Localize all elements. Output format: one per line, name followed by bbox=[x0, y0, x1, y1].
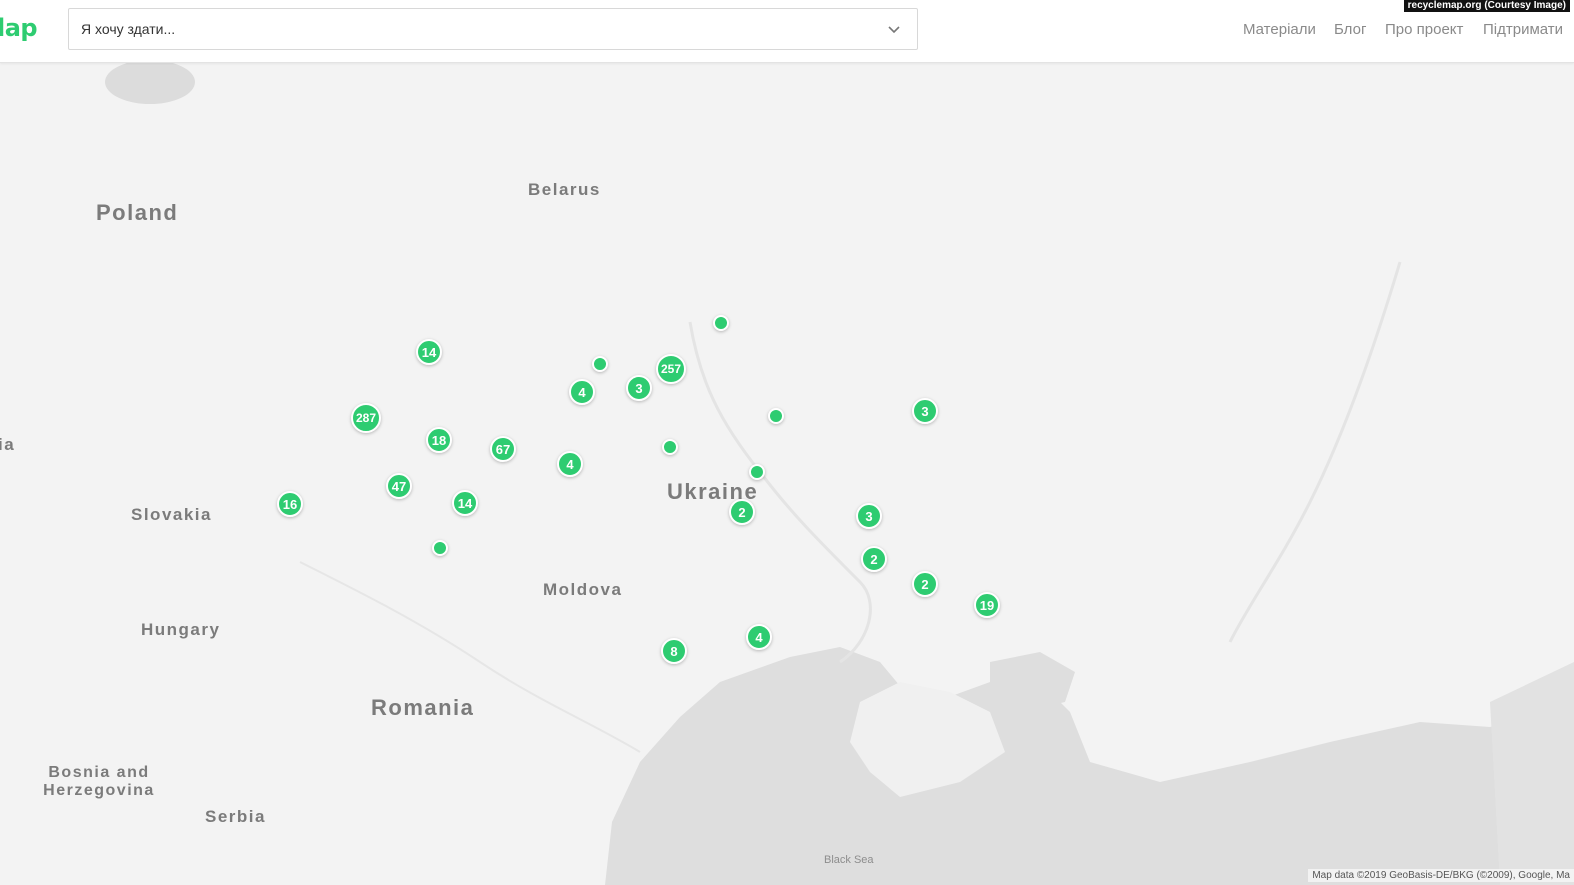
cluster-marker[interactable]: 3 bbox=[856, 503, 882, 529]
label-bosnia: Bosnia and Herzegovina bbox=[43, 764, 155, 799]
cluster-marker[interactable]: 19 bbox=[974, 592, 1000, 618]
label-partial-country: ia bbox=[0, 435, 16, 454]
point-marker[interactable] bbox=[713, 315, 729, 331]
label-black-sea: Black Sea bbox=[824, 854, 874, 866]
map-attribution[interactable]: Map data ©2019 GeoBasis-DE/BKG (©2009), … bbox=[1308, 869, 1574, 882]
label-hungary: Hungary bbox=[141, 620, 221, 639]
cluster-marker[interactable]: 3 bbox=[912, 398, 938, 424]
cluster-marker[interactable]: 67 bbox=[490, 436, 516, 462]
cluster-marker[interactable]: 8 bbox=[661, 638, 687, 664]
cluster-marker[interactable]: 257 bbox=[656, 354, 686, 384]
header: lap Я хочу здати... Матеріали Блог Про п… bbox=[0, 0, 1574, 63]
label-serbia: Serbia bbox=[205, 807, 266, 826]
cluster-marker[interactable]: 14 bbox=[452, 490, 478, 516]
cluster-marker[interactable]: 287 bbox=[351, 403, 381, 433]
nav-about[interactable]: Про проект bbox=[1385, 21, 1463, 38]
nav-support[interactable]: Підтримати bbox=[1483, 21, 1563, 38]
cluster-marker[interactable]: 16 bbox=[277, 491, 303, 517]
point-marker[interactable] bbox=[662, 439, 678, 455]
nav-blog[interactable]: Блог bbox=[1334, 21, 1366, 38]
point-marker[interactable] bbox=[768, 408, 784, 424]
nav-materials[interactable]: Матеріали bbox=[1243, 21, 1316, 38]
material-search-select[interactable]: Я хочу здати... bbox=[68, 8, 918, 50]
cluster-marker[interactable]: 4 bbox=[746, 624, 772, 650]
page: lap Я хочу здати... Матеріали Блог Про п… bbox=[0, 0, 1574, 885]
point-marker[interactable] bbox=[749, 464, 765, 480]
chevron-down-icon bbox=[888, 26, 900, 34]
cluster-marker[interactable]: 4 bbox=[569, 379, 595, 405]
cluster-marker[interactable]: 2 bbox=[912, 571, 938, 597]
cluster-marker[interactable]: 4 bbox=[557, 451, 583, 477]
label-poland: Poland bbox=[96, 200, 179, 225]
label-moldova: Moldova bbox=[543, 580, 623, 599]
search-placeholder: Я хочу здати... bbox=[81, 21, 176, 37]
point-marker[interactable] bbox=[432, 540, 448, 556]
cluster-marker[interactable]: 14 bbox=[416, 339, 442, 365]
map-background bbox=[0, 62, 1574, 885]
cluster-marker[interactable]: 47 bbox=[386, 473, 412, 499]
point-marker[interactable] bbox=[592, 356, 608, 372]
label-slovakia: Slovakia bbox=[131, 505, 212, 524]
cluster-marker[interactable]: 3 bbox=[626, 375, 652, 401]
cluster-marker[interactable]: 2 bbox=[861, 546, 887, 572]
map-canvas[interactable]: Poland Belarus Ukraine Slovakia Moldova … bbox=[0, 62, 1574, 885]
label-romania: Romania bbox=[371, 695, 475, 720]
label-belarus: Belarus bbox=[528, 180, 601, 199]
cluster-marker[interactable]: 18 bbox=[426, 427, 452, 453]
cluster-marker[interactable]: 2 bbox=[729, 499, 755, 525]
image-credit: recyclemap.org (Courtesy Image) bbox=[1403, 0, 1570, 12]
logo[interactable]: lap bbox=[0, 14, 38, 42]
